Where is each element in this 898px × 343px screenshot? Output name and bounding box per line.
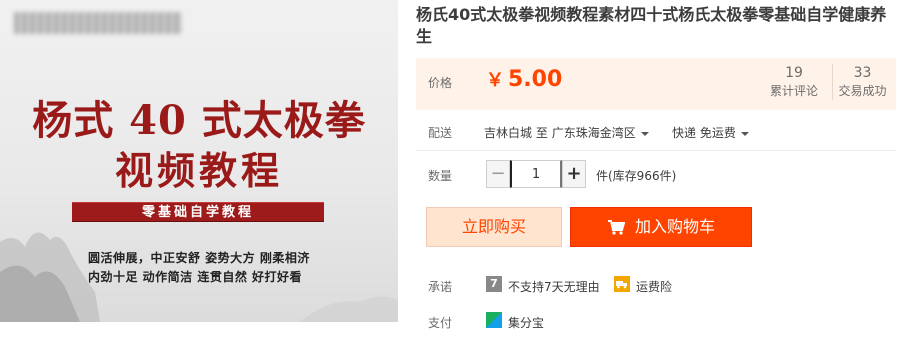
divider xyxy=(416,150,896,151)
shipping-method-dropdown[interactable]: 快递 免运费 xyxy=(672,124,749,141)
promise-item-no-return[interactable]: 不支持7天无理由 xyxy=(508,278,600,295)
quantity-label: 数量 xyxy=(428,169,453,183)
payment-label: 支付 xyxy=(428,316,453,330)
deals-stat: 33 交易成功 xyxy=(832,64,892,100)
promise-item-insurance[interactable]: 运费险 xyxy=(636,278,672,295)
quantity-input[interactable] xyxy=(510,160,562,188)
price-label: 价格 xyxy=(428,76,453,90)
jifenbao-icon xyxy=(486,312,502,328)
payment-method: 集分宝 xyxy=(508,316,545,330)
buy-now-button[interactable]: 立即购买 xyxy=(426,207,562,247)
destination-value: 广东珠海金湾区 xyxy=(551,126,636,140)
price-amount: 5.00 xyxy=(508,67,563,92)
seven-day-icon: 7 xyxy=(486,276,502,292)
shipping-method-value: 快递 免运费 xyxy=(672,126,736,140)
image-title-line1: 杨式 40 式太极拳 xyxy=(32,97,366,144)
chevron-down-icon xyxy=(640,131,649,136)
product-main-image[interactable]: 杨式 40 式太极拳 视频教程 零基础自学教程 圆活伸展，中正安舒 姿势大方 刚… xyxy=(0,0,398,322)
stock-info: 件(库存966件) xyxy=(596,169,677,183)
price-panel: 价格 ￥ 5.00 19 累计评论 33 交易成功 xyxy=(416,58,896,110)
quantity-row: 数量 − + 件(库存966件) xyxy=(416,160,896,188)
product-title: 杨氏40式太极拳视频教程素材四十式杨氏太极拳零基础自学健康养生 xyxy=(416,5,887,46)
chevron-down-icon xyxy=(740,131,749,136)
add-to-cart-button[interactable]: 加入购物车 xyxy=(570,207,752,247)
image-title-line2: 视频教程 xyxy=(114,148,283,193)
destination-dropdown[interactable]: 广东珠海金湾区 xyxy=(552,126,649,140)
price-value: ￥ 5.00 xyxy=(486,66,562,92)
image-tagline-line1: 圆活伸展，中正安舒 姿势大方 刚柔相济 xyxy=(88,251,310,265)
payment-row: 支付 集分宝 xyxy=(416,312,896,332)
reviews-label: 累计评论 xyxy=(769,84,818,98)
reviews-stat[interactable]: 19 累计评论 xyxy=(764,64,824,100)
cart-icon xyxy=(607,220,626,235)
shipping-to-word: 至 xyxy=(535,126,548,140)
quantity-decrease-button[interactable]: − xyxy=(486,160,510,188)
add-to-cart-label: 加入购物车 xyxy=(634,217,715,236)
shipping-insurance-icon xyxy=(614,276,630,292)
shipping-row: 配送 吉林白城 至 广东珠海金湾区 快递 免运费 xyxy=(416,124,896,144)
blurred-watermark xyxy=(14,12,182,34)
deals-label: 交易成功 xyxy=(838,84,887,98)
quantity-increase-button[interactable]: + xyxy=(562,160,586,188)
deals-count: 33 xyxy=(853,65,872,81)
reviews-count: 19 xyxy=(785,65,803,81)
image-tagline-line2: 内劲十足 动作简洁 连贯自然 好打好看 xyxy=(88,270,303,284)
shipping-route: 吉林白城 至 广东珠海金湾区 xyxy=(484,124,649,141)
shipping-origin: 吉林白城 xyxy=(484,126,533,140)
currency-symbol: ￥ xyxy=(486,70,504,91)
promise-row: 承诺 7 不支持7天无理由 运费险 xyxy=(416,276,896,296)
shipping-label: 配送 xyxy=(428,126,453,140)
promise-label: 承诺 xyxy=(428,280,453,294)
